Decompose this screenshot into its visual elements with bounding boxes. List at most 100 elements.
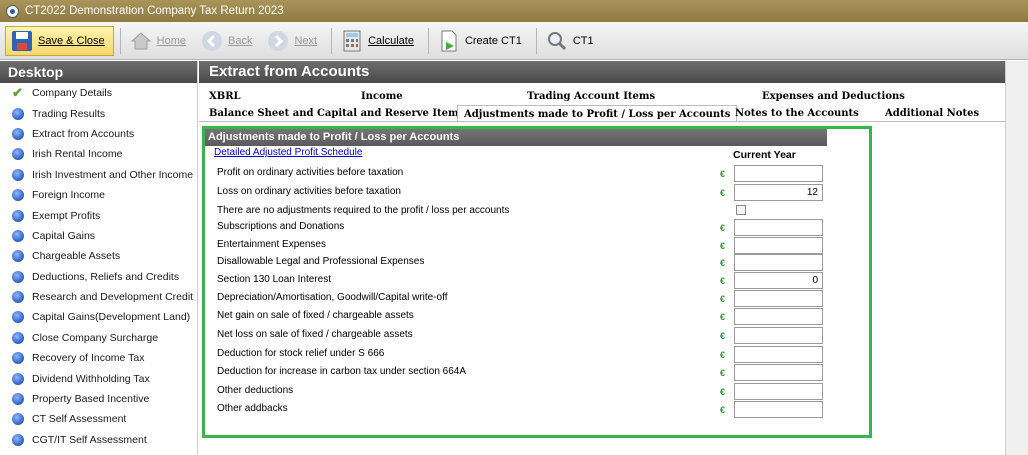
sidebar-item-cgt-it-self-assessment[interactable]: CGT/IT Self Assessment xyxy=(0,430,197,450)
back-button[interactable]: Back xyxy=(196,26,260,56)
sidebar-item-label: Dividend Withholding Tax xyxy=(32,372,150,385)
row-label: Deduction for stock relief under S 666 xyxy=(217,348,385,359)
row-label: Disallowable Legal and Professional Expe… xyxy=(217,256,425,267)
section-130-loan-interest-input[interactable]: 0 xyxy=(734,272,823,289)
create-document-icon xyxy=(441,30,457,51)
euro-icon: € xyxy=(720,312,726,322)
detailed-adjusted-profit-schedule-link[interactable]: Detailed Adjusted Profit Schedule xyxy=(214,147,362,158)
sidebar-item-chargeable-assets[interactable]: Chargeable Assets xyxy=(0,246,197,266)
euro-icon: € xyxy=(720,387,726,397)
sidebar-item-trading-results[interactable]: Trading Results xyxy=(0,103,197,123)
entertainment-expenses-input[interactable] xyxy=(734,237,823,254)
sidebar-item-label: Irish Rental Income xyxy=(32,148,123,161)
tab-xbrl[interactable]: XBRL xyxy=(209,88,241,105)
row-label: Loss on ordinary activities before taxat… xyxy=(217,186,401,197)
floppy-disk-icon xyxy=(12,30,32,51)
blue-globe-icon xyxy=(12,168,24,181)
app-logo-icon xyxy=(6,4,19,18)
sidebar-title: Desktop xyxy=(0,61,197,83)
calculate-label: Calculate xyxy=(368,34,414,47)
no-adjustments-checkbox[interactable] xyxy=(736,205,746,215)
sidebar-item-extract-from-accounts[interactable]: Extract from Accounts xyxy=(0,124,197,144)
save-close-label: Save & Close xyxy=(38,34,105,47)
form-row: Other deductions € xyxy=(199,383,1005,401)
sidebar-item-label: CT Self Assessment xyxy=(32,413,127,426)
profit-before-tax-input[interactable] xyxy=(734,165,823,182)
blue-globe-icon xyxy=(12,229,24,242)
sidebar-item-label: Trading Results xyxy=(32,107,106,120)
tab-income[interactable]: Income xyxy=(361,88,403,105)
ct1-button[interactable]: CT1 xyxy=(541,26,602,56)
euro-icon: € xyxy=(720,368,726,378)
tab-expenses-deductions[interactable]: Expenses and Deductions xyxy=(762,88,905,105)
create-ct1-button[interactable]: Create CT1 xyxy=(433,26,530,56)
blue-globe-icon xyxy=(12,352,24,365)
row-label: Entertainment Expenses xyxy=(217,239,326,250)
blue-globe-icon xyxy=(12,127,24,140)
blue-globe-icon xyxy=(12,413,24,426)
next-arrow-icon xyxy=(268,30,289,51)
net-loss-sale-assets-input[interactable] xyxy=(734,327,823,344)
other-deductions-input[interactable] xyxy=(734,383,823,400)
tab-additional-notes[interactable]: Additional Notes xyxy=(885,105,979,122)
sidebar-item-company-details[interactable]: ✔ Company Details xyxy=(0,83,197,103)
stock-relief-input[interactable] xyxy=(734,346,823,363)
row-label: Section 130 Loan Interest xyxy=(217,274,331,285)
scrollbar-area[interactable] xyxy=(1005,61,1028,455)
sidebar-item-irish-rental-income[interactable]: Irish Rental Income xyxy=(0,144,197,164)
other-addbacks-input[interactable] xyxy=(734,401,823,418)
calculate-button[interactable]: Calculate xyxy=(336,26,422,56)
sidebar-item-foreign-income[interactable]: Foreign Income xyxy=(0,185,197,205)
form-row: Other addbacks € xyxy=(199,401,1005,419)
sidebar-item-label: Chargeable Assets xyxy=(32,250,121,263)
sidebar-item-research-development[interactable]: Research and Development Credit xyxy=(0,287,197,307)
sidebar-item-label: Irish Investment and Other Income xyxy=(32,168,194,181)
create-ct1-label: Create CT1 xyxy=(464,34,522,47)
magnifier-icon xyxy=(547,31,566,50)
sidebar-item-close-company-surcharge[interactable]: Close Company Surcharge xyxy=(0,328,197,348)
row-label: Deduction for increase in carbon tax und… xyxy=(217,366,467,377)
depreciation-amortisation-input[interactable] xyxy=(734,290,823,307)
row-label: Other addbacks xyxy=(217,403,288,414)
row-label: Subscriptions and Donations xyxy=(217,221,345,232)
form-row: Profit on ordinary activities before tax… xyxy=(199,165,1005,183)
euro-icon: € xyxy=(720,188,726,198)
sidebar-item-label: Close Company Surcharge xyxy=(32,331,159,344)
tab-balance-sheet[interactable]: Balance Sheet and Capital and Reserve It… xyxy=(209,105,464,122)
tabs-row-2: Balance Sheet and Capital and Reserve It… xyxy=(199,105,1005,122)
carbon-tax-deduction-input[interactable] xyxy=(734,364,823,381)
section-title: Adjustments made to Profit / Loss per Ac… xyxy=(205,129,827,146)
form-row: Loss on ordinary activities before taxat… xyxy=(199,184,1005,202)
page-title: Extract from Accounts xyxy=(199,61,1005,83)
sidebar-item-exempt-profits[interactable]: Exempt Profits xyxy=(0,205,197,225)
save-close-button[interactable]: Save & Close xyxy=(5,25,114,56)
tab-trading-account-items[interactable]: Trading Account Items xyxy=(527,88,655,105)
form-row: Disallowable Legal and Professional Expe… xyxy=(199,254,1005,272)
home-button[interactable]: Home xyxy=(125,26,194,56)
toolbar-separator xyxy=(427,27,429,54)
euro-icon: € xyxy=(720,405,726,415)
sidebar-item-capital-gains-development-land[interactable]: Capital Gains(Development Land) xyxy=(0,307,197,327)
next-button[interactable]: Next xyxy=(262,26,325,56)
current-year-header: Current Year xyxy=(733,149,796,161)
sidebar-item-ct-self-assessment[interactable]: CT Self Assessment xyxy=(0,409,197,429)
legal-professional-expenses-input[interactable] xyxy=(734,254,823,271)
sidebar-item-recovery-income-tax[interactable]: Recovery of Income Tax xyxy=(0,348,197,368)
sidebar-item-irish-investment[interactable]: Irish Investment and Other Income xyxy=(0,165,197,185)
euro-icon: € xyxy=(720,350,726,360)
tab-notes-to-accounts[interactable]: Notes to the Accounts xyxy=(735,105,859,122)
sidebar-item-deductions-reliefs[interactable]: Deductions, Reliefs and Credits xyxy=(0,267,197,287)
sidebar-item-capital-gains[interactable]: Capital Gains xyxy=(0,226,197,246)
form-row: Deduction for increase in carbon tax und… xyxy=(199,364,1005,382)
sidebar-item-dividend-withholding-tax[interactable]: Dividend Withholding Tax xyxy=(0,368,197,388)
sidebar-item-property-based-incentive[interactable]: Property Based Incentive xyxy=(0,389,197,409)
tab-adjustments-profit-loss[interactable]: Adjustments made to Profit / Loss per Ac… xyxy=(457,105,738,122)
net-gain-sale-assets-input[interactable] xyxy=(734,308,823,325)
subscriptions-donations-input[interactable] xyxy=(734,219,823,236)
loss-before-tax-input[interactable]: 12 xyxy=(734,184,823,201)
sidebar-item-label: Deductions, Reliefs and Credits xyxy=(32,270,180,283)
toolbar: Save & Close Home Back Next Calculate Cr… xyxy=(0,22,1028,60)
row-label: There are no adjustments required to the… xyxy=(217,205,510,216)
toolbar-separator xyxy=(331,27,333,54)
sidebar-item-label: Capital Gains(Development Land) xyxy=(32,311,191,324)
